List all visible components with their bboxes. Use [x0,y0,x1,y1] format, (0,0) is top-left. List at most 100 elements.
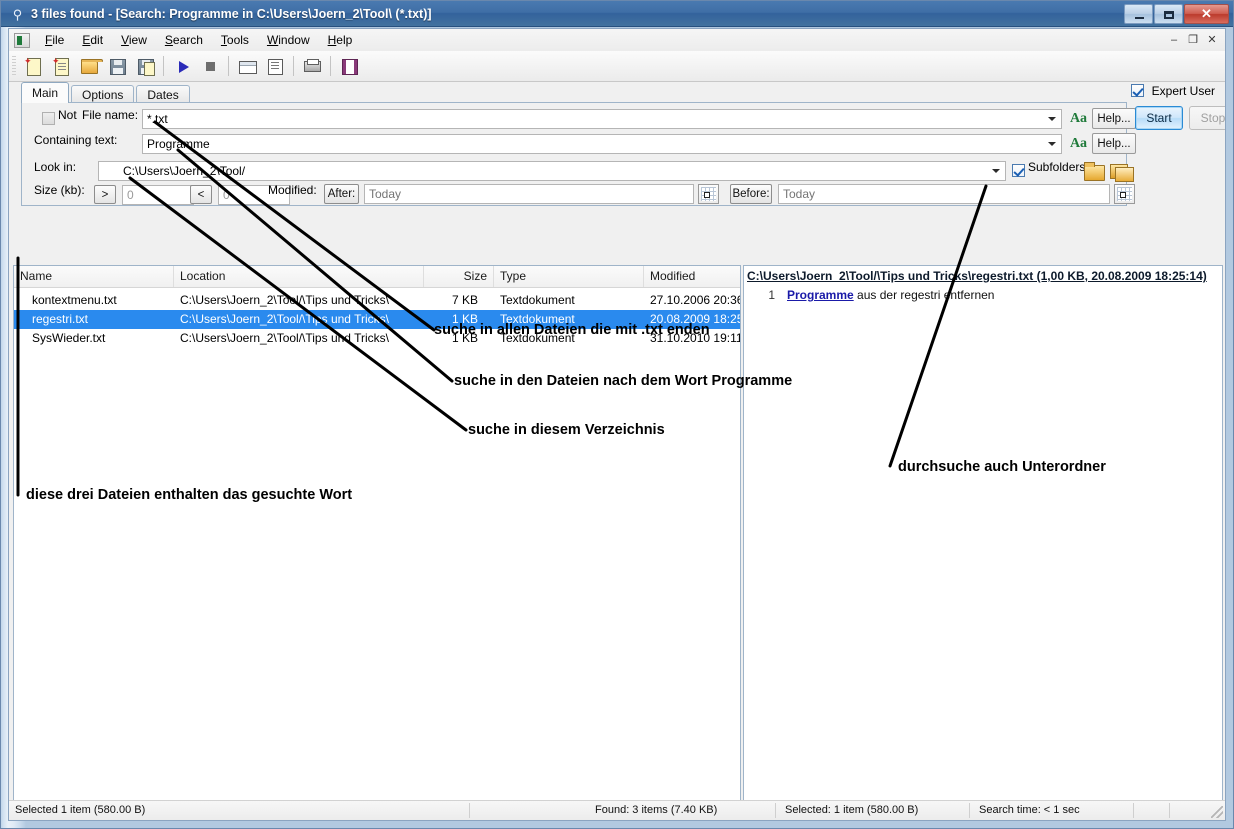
column-header-modified[interactable]: Modified [644,266,740,287]
cell-location: C:\Users\Joern_2\Tool/\Tips und Tricks\ [180,312,389,326]
search-panel: Main Options Dates Not File name: *.txt [13,82,1225,261]
menu-edit[interactable]: Edit [73,31,112,49]
open-folder-icon[interactable] [76,53,103,79]
help-book-icon[interactable] [336,53,362,79]
menu-view[interactable]: View [112,31,156,49]
column-header-type[interactable]: Type [494,266,644,287]
preview-pane[interactable]: C:\Users\Joern_2\Tool/\Tips und Tricks\r… [743,265,1223,820]
results-list[interactable]: Name Location Size Type Modified kontext… [13,265,741,820]
new-search-icon[interactable]: ✦ [20,53,46,79]
mdi-system-icon[interactable] [14,32,30,48]
save-as-icon[interactable] [132,53,158,79]
size-modified-row: Size (kb): > < Modified: After: Before: [30,183,1135,207]
tab-strip: Main Options Dates [21,82,192,103]
size-greater-button[interactable]: > [94,185,116,204]
cell-size: 1 KB [451,312,478,326]
table-row[interactable]: kontextmenu.txt C:\Users\Joern_2\Tool/\T… [14,291,740,310]
window-minimize-button[interactable] [1124,4,1153,24]
after-calendar-icon[interactable] [698,184,719,204]
resize-grip-icon[interactable] [1211,806,1223,818]
modified-label: Modified: [268,183,317,197]
cell-type: Textdokument [500,312,575,326]
cell-modified: 27.10.2006 20:36:4 [650,293,740,307]
search-form: Not File name: *.txt Aa Help... Containi… [21,102,1136,207]
status-search-time: Search time: < 1 sec [979,804,1080,816]
menu-tools[interactable]: Tools [212,31,258,49]
window-title: 3 files found - [Search: Programme in C:… [31,7,432,21]
subfolders-label: Subfolders [1028,160,1086,174]
table-row[interactable]: regestri.txt C:\Users\Joern_2\Tool/\Tips… [14,310,740,329]
column-header-name[interactable]: Name [14,266,174,287]
status-selected-left: Selected 1 item (580.00 B) [15,804,146,816]
cell-name: regestri.txt [32,312,89,326]
size-less-button[interactable]: < [190,185,212,204]
before-date-input[interactable] [778,184,1110,204]
containing-text-input[interactable]: Programme [142,134,1062,154]
preview-match-line: 1 Programme aus der regestri entfernen [747,288,1218,304]
mdi-restore-button[interactable]: ❐ [1184,31,1202,48]
window-maximize-button[interactable] [1154,4,1183,24]
browse-folder-icon[interactable] [1082,160,1106,182]
toolbar: ✦ ✦ [9,51,1225,82]
window-close-button[interactable]: ✕ [1184,4,1229,24]
containing-text-help-button[interactable]: Help... [1092,133,1136,154]
stop-search-icon[interactable] [197,53,223,79]
menu-help[interactable]: Help [319,31,362,49]
menu-file[interactable]: File [36,31,73,49]
menu-window[interactable]: Window [258,31,319,49]
chevron-down-icon[interactable] [1043,111,1060,127]
tab-main[interactable]: Main [21,82,70,103]
not-checkbox[interactable] [42,112,55,125]
file-name-value: *.txt [147,112,168,126]
cell-name: kontextmenu.txt [32,293,117,307]
after-button[interactable]: After: [324,184,359,204]
cell-modified: 31.10.2010 19:11:2 [650,331,740,345]
stop-button[interactable]: Stop [1189,106,1225,130]
mdi-minimize-button[interactable]: – [1165,31,1183,48]
file-name-row: Not File name: *.txt Aa Help... [30,108,1136,130]
file-name-help-button[interactable]: Help... [1092,108,1136,129]
chevron-down-icon[interactable] [1043,136,1060,152]
cell-modified: 20.08.2009 18:25:1 [650,312,740,326]
table-row[interactable]: SysWieder.txt C:\Users\Joern_2\Tool/\Tip… [14,329,740,348]
window-icon[interactable] [234,53,260,79]
look-in-label: Look in: [34,160,77,174]
cell-size: 1 KB [451,331,478,345]
toolbar-separator [228,56,229,76]
preview-match-link[interactable]: Programme [787,288,854,302]
subfolders-checkbox[interactable] [1012,164,1025,177]
not-label: Not [58,108,77,122]
toolbar-separator [330,56,331,76]
cell-type: Textdokument [500,293,575,307]
containing-text-match-case-icon[interactable]: Aa [1066,133,1091,154]
look-in-row: Look in: C:\Users\Joern_2\Tool/ Subfolde… [30,160,1134,182]
column-header-size[interactable]: Size [424,266,494,287]
print-icon[interactable] [299,53,325,79]
properties-icon[interactable] [262,53,288,79]
toolbar-grip[interactable] [12,56,16,76]
preview-line-rest: aus der regestri entfernen [857,288,995,302]
containing-text-label: Containing text: [34,133,118,147]
chevron-down-icon[interactable] [987,163,1004,179]
tab-dates[interactable]: Dates [136,85,190,103]
tab-options[interactable]: Options [71,85,135,103]
containing-text-value: Programme [147,137,210,151]
size-greater-input[interactable] [122,185,194,205]
start-search-icon[interactable] [169,53,195,79]
save-icon[interactable] [104,53,130,79]
window-frame: ⚲ 3 files found - [Search: Programme in … [0,0,1234,829]
menu-search[interactable]: Search [156,31,212,49]
app-magnifier-icon: ⚲ [12,7,23,22]
new-document-icon[interactable]: ✦ [48,53,74,79]
file-name-input[interactable]: *.txt [142,109,1062,129]
mdi-close-button[interactable]: ✕ [1203,31,1221,48]
cell-type: Textdokument [500,331,575,345]
after-date-input[interactable] [364,184,694,204]
toolbar-separator [163,56,164,76]
start-button[interactable]: Start [1135,106,1183,130]
look-in-input[interactable]: C:\Users\Joern_2\Tool/ [98,161,1006,181]
column-header-location[interactable]: Location [174,266,424,287]
action-buttons: Start Stop [1131,102,1225,206]
before-button[interactable]: Before: [730,184,772,204]
file-name-match-case-icon[interactable]: Aa [1066,108,1091,129]
